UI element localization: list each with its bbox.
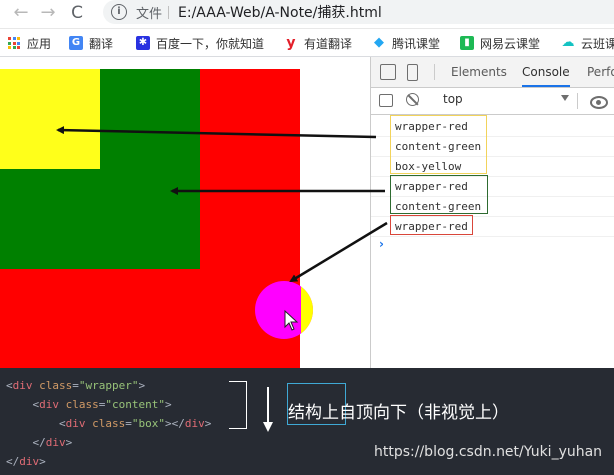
watermark: https://blog.csdn.net/Yuki_yuhan (374, 444, 603, 460)
bookmark-baidu[interactable]: ✱ 百度一下，你就知道 (136, 34, 264, 52)
bookmark-label: 云班课 (581, 36, 614, 51)
devtools-panel: Elements Console Perfo top wrapper-red c… (370, 57, 614, 368)
code-line: <div class="content"> (32, 398, 172, 411)
chevron-down-icon[interactable] (561, 95, 569, 101)
code-panel: <div class="wrapper"> <div class="conten… (0, 368, 614, 475)
bookmark-label: 翻译 (89, 36, 114, 51)
bookmark-label: 应用 (27, 36, 52, 51)
google-translate-icon: G (69, 36, 83, 50)
context-selector[interactable]: top (443, 92, 463, 106)
structure-caption: 结构上自顶向下（非视觉上） (288, 403, 509, 423)
bookmark-apps[interactable]: 应用 (8, 34, 51, 52)
tab-performance[interactable]: Perfo (587, 57, 614, 86)
code-line: </div> (6, 455, 46, 468)
youdao-icon: y (286, 35, 296, 51)
eye-icon[interactable] (590, 96, 608, 109)
bookmarks-bar: 应用 G 翻译 ✱ 百度一下，你就知道 y 有道翻译 ◆ 腾讯课堂 ▮ 网易云课… (0, 29, 614, 57)
highlight-group-red (390, 215, 473, 235)
apps-grid-icon (8, 37, 20, 49)
bookmark-label: 百度一下，你就知道 (156, 36, 265, 51)
inspect-element-icon[interactable] (380, 64, 396, 80)
bookmark-tencent[interactable]: ◆ 腾讯课堂 (372, 34, 440, 52)
browser-toolbar: ← → C i 文件 E:/AAA-Web/A-Note/捕获.html (0, 0, 614, 29)
sidebar-toggle-icon[interactable] (379, 94, 393, 107)
cloud-class-icon: ☁ (561, 35, 575, 50)
console-prompt[interactable]: › (379, 237, 384, 251)
ripple-edge (301, 281, 313, 339)
devtools-tabbar: Elements Console Perfo (371, 57, 614, 88)
code-line: </div> (32, 436, 73, 449)
bookmark-cloud-class[interactable]: ☁ 云班课 (561, 34, 614, 52)
html-code-block: <div class="wrapper"> <div class="conten… (6, 376, 211, 471)
highlight-group-green (390, 175, 488, 214)
bookmark-translate[interactable]: G 翻译 (69, 34, 113, 52)
code-line: <div class="wrapper"> (6, 379, 146, 392)
back-arrow-icon[interactable]: ← (10, 2, 32, 24)
address-separator (168, 6, 169, 19)
tab-console[interactable]: Console (522, 57, 570, 87)
code-line: <div class="box"></div> (58, 417, 212, 430)
console-toolbar: top (371, 88, 614, 115)
code-bracket (229, 381, 247, 429)
tab-separator (434, 64, 435, 80)
baidu-paw-icon: ✱ (136, 36, 150, 50)
url-text[interactable]: E:/AAA-Web/A-Note/捕获.html (178, 2, 382, 22)
forward-arrow-icon[interactable]: → (37, 2, 59, 24)
clear-console-icon[interactable] (406, 93, 419, 106)
bookmark-label: 有道翻译 (304, 36, 353, 51)
bookmark-label: 腾讯课堂 (392, 36, 441, 51)
bookmark-label: 网易云课堂 (480, 36, 541, 51)
down-arrow-shaft (267, 387, 269, 425)
tencent-classroom-icon: ◆ (374, 35, 384, 50)
down-arrow-icon (263, 422, 273, 432)
click-ripple-indicator (255, 281, 313, 339)
box-yellow-div[interactable] (0, 69, 100, 169)
highlight-group-yellow (390, 115, 487, 174)
tab-elements[interactable]: Elements (451, 57, 507, 86)
file-scheme-label: 文件 (136, 7, 163, 22)
device-toolbar-icon[interactable] (407, 64, 418, 81)
page-viewport (0, 57, 370, 368)
bookmark-youdao[interactable]: y 有道翻译 (284, 34, 352, 52)
toolbar-separator (577, 93, 578, 109)
bookmark-netease[interactable]: ▮ 网易云课堂 (460, 34, 540, 52)
netease-classroom-icon: ▮ (460, 36, 474, 50)
info-icon[interactable]: i (111, 4, 127, 20)
log-separator (371, 236, 614, 237)
reload-icon[interactable]: C (66, 2, 88, 24)
